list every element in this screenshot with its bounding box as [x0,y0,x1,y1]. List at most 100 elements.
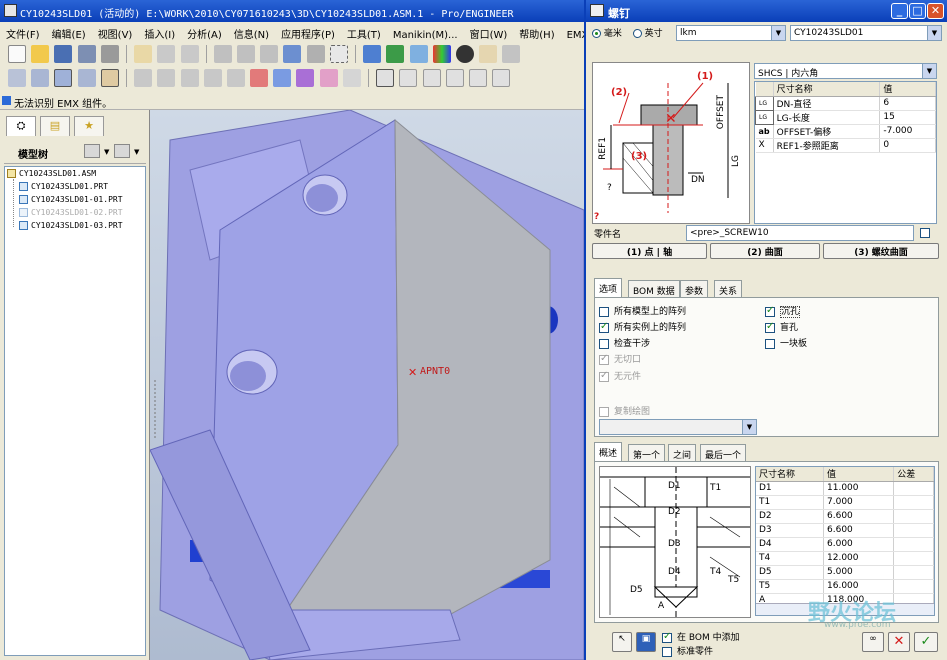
unit-inch-radio[interactable] [632,29,642,38]
open-folder-icon[interactable] [31,45,50,63]
menu-info[interactable]: 信息(N) [228,22,275,42]
menu-view[interactable]: 视图(V) [92,22,139,42]
checkbox[interactable] [765,321,775,333]
checkbox[interactable] [599,338,609,349]
ref-surface-button[interactable]: (2) 曲面 [710,243,820,259]
select-box-icon[interactable] [329,45,348,63]
new-file-icon[interactable] [8,45,26,63]
option-counterbore[interactable]: 沉孔 [765,304,801,318]
table-row[interactable]: D3 6.600 [756,523,934,538]
view-icon-6[interactable] [492,69,511,87]
feature-icon-6[interactable] [250,69,269,87]
menu-help[interactable]: 帮助(H) [513,22,560,42]
datum-point-icon[interactable] [54,69,73,87]
datum-axis-icon[interactable] [31,69,50,87]
ok-button[interactable]: ✓ [914,632,938,652]
view-icon-3[interactable] [422,69,441,87]
paste-icon[interactable] [260,45,279,63]
feature-icon-4[interactable] [203,69,222,87]
table-row[interactable]: LG DN-直径 6 [755,95,936,111]
menu-edit[interactable]: 编辑(E) [46,22,92,42]
table-row[interactable]: D1 11.000 [756,481,934,496]
table-row[interactable]: T1 7.000 [756,495,934,510]
feature-icon-7[interactable] [273,69,292,87]
select-cursor-button[interactable]: ↖ [612,632,632,652]
tree-show-arrow-icon[interactable]: ▼ [134,148,139,156]
menu-tools[interactable]: 工具(T) [341,22,387,42]
graphics-window[interactable]: ✕ APNT0 [150,110,584,660]
checkbox[interactable] [599,321,609,333]
table-row[interactable]: D4 6.000 [756,537,934,552]
edit-icon[interactable] [134,45,153,63]
tab-parameters[interactable]: 参数 [680,280,709,297]
view-icon-1[interactable] [376,69,395,87]
datum-curve-icon[interactable] [100,69,119,87]
ref-thread-surface-button[interactable]: (3) 螺纹曲面 [823,243,939,259]
network-icon[interactable] [386,45,405,63]
table-row[interactable]: T5 16.000 [756,579,934,594]
cancel-button[interactable]: ✕ [888,632,910,652]
feature-icon-5[interactable] [226,69,245,87]
color-palette-icon[interactable] [432,45,451,63]
model-3d-view[interactable] [150,110,584,660]
checkbox[interactable] [765,305,775,317]
zoom-icon[interactable] [502,45,521,63]
menu-insert[interactable]: 插入(I) [138,22,181,42]
table-row[interactable]: ab OFFSET-偏移 -7.000 [755,124,936,139]
view-icon-4[interactable] [445,69,464,87]
option-all-model-patterns[interactable]: 所有模型上的阵列 [599,304,686,317]
copy-icon[interactable] [237,45,256,63]
binoculars-icon[interactable] [306,45,325,63]
tab-first[interactable]: 第一个 [628,444,666,461]
option-check-interference[interactable]: 检查干涉 [599,336,650,349]
tab-folder-browser[interactable]: ▤ [40,116,70,136]
tab-overview[interactable]: 概述 [594,442,623,461]
print-icon[interactable] [100,45,119,63]
option-blind-hole[interactable]: 盲孔 [765,320,798,333]
checkbox[interactable] [662,646,672,657]
view-icon-5[interactable] [468,69,487,87]
save-icon[interactable] [54,45,73,63]
save-settings-button[interactable]: ▣ [636,632,656,652]
menu-analysis[interactable]: 分析(A) [181,22,228,42]
feature-icon-3[interactable] [180,69,199,87]
undo-icon[interactable] [157,45,176,63]
option-add-to-bom[interactable]: 在 BOM 中添加 [662,630,740,643]
tree-item-part[interactable]: CY10243SLD01-01.PRT [19,195,123,204]
option-all-instance-patterns[interactable]: 所有实例上的阵列 [599,320,686,333]
sketch-icon[interactable] [363,45,382,63]
feature-icon-10[interactable] [342,69,361,87]
preview-button[interactable]: ∞ [862,632,884,652]
feature-icon-8[interactable] [296,69,315,87]
tab-options[interactable]: 选项 [594,278,623,297]
shading-sphere-icon[interactable] [455,45,474,63]
menu-emx[interactable]: EMX 6.0 [561,26,584,42]
table-row[interactable]: D2 6.600 [756,509,934,524]
tab-model-tree[interactable]: ⛭ [6,116,36,136]
screw-type-select[interactable]: SHCS | 内六角 ▼ [754,63,937,79]
close-button[interactable]: ✕ [927,3,944,19]
tab-between[interactable]: 之间 [668,444,697,461]
regenerate-icon[interactable] [283,45,302,63]
assembly-select[interactable]: CY10243SLD01 ▼ [790,25,942,41]
menu-window[interactable]: 窗口(W) [464,22,514,42]
pan-hand-icon[interactable] [479,45,498,63]
cut-icon[interactable] [213,45,232,63]
tree-settings-arrow-icon[interactable]: ▼ [104,148,109,156]
unit-mm-radio[interactable] [592,29,601,38]
checkbox[interactable] [662,631,672,643]
menu-manikin[interactable]: Manikin(M)... [387,26,464,42]
checkbox[interactable] [765,338,775,349]
ref-point-axis-button[interactable]: (1) 点 | 轴 [592,243,707,259]
bulb-icon[interactable] [409,45,428,63]
table-row[interactable]: LG LG-长度 15 [755,109,936,125]
tree-item-part[interactable]: CY10243SLD01-03.PRT [19,221,123,230]
tree-item-part[interactable]: CY10243SLD01-02.PRT [19,208,123,217]
checkbox[interactable] [599,306,609,317]
menu-file[interactable]: 文件(F) [0,22,46,42]
family-select[interactable]: lkm ▼ [676,25,786,41]
table-row[interactable]: D5 5.000 [756,565,934,580]
tree-item-part[interactable]: CY10243SLD01.PRT [19,182,108,191]
tab-bom-data[interactable]: BOM 数据 [628,280,680,297]
feature-icon-2[interactable] [157,69,176,87]
